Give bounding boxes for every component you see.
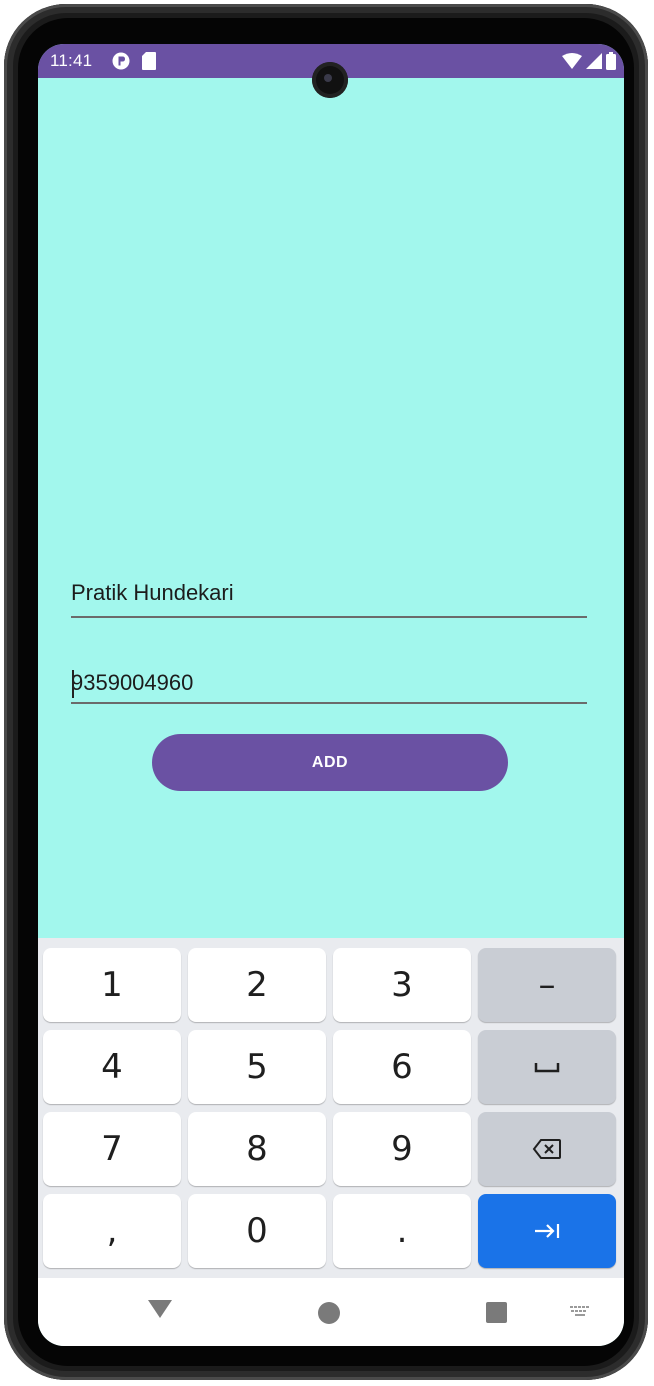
key-0[interactable]: 0: [188, 1194, 326, 1268]
signal-icon: [586, 53, 602, 69]
navigation-bar: [38, 1278, 624, 1346]
app-notification-icon: [112, 52, 130, 70]
key-6[interactable]: 6: [333, 1030, 471, 1104]
name-input[interactable]: Pratik Hundekari: [71, 574, 587, 618]
status-right-icons: [562, 52, 616, 70]
device-screen: 11:41 Pratik Hundekari 9359004960 ADD 1 …: [38, 44, 624, 1346]
key-2[interactable]: 2: [188, 948, 326, 1022]
key-backspace[interactable]: [478, 1112, 616, 1186]
text-cursor: [72, 670, 74, 698]
key-period[interactable]: .: [333, 1194, 471, 1268]
sd-card-icon: [142, 52, 156, 70]
backspace-icon: [532, 1139, 561, 1159]
wifi-icon: [562, 53, 582, 69]
key-8[interactable]: 8: [188, 1112, 326, 1186]
front-camera: [312, 62, 348, 98]
key-1[interactable]: 1: [43, 948, 181, 1022]
next-tab-icon: [535, 1224, 560, 1238]
key-4[interactable]: 4: [43, 1030, 181, 1104]
status-time: 11:41: [50, 51, 93, 70]
add-button[interactable]: ADD: [152, 734, 508, 791]
key-space[interactable]: [478, 1030, 616, 1104]
key-7[interactable]: 7: [43, 1112, 181, 1186]
back-icon[interactable]: [148, 1300, 172, 1318]
home-icon[interactable]: [318, 1302, 340, 1324]
key-5[interactable]: 5: [188, 1030, 326, 1104]
key-comma[interactable]: ,: [43, 1194, 181, 1268]
phone-input-value: 9359004960: [71, 670, 194, 695]
phone-input[interactable]: 9359004960: [71, 658, 587, 704]
keyboard-switch-icon[interactable]: [570, 1306, 590, 1318]
battery-icon: [606, 52, 616, 70]
key-3[interactable]: 3: [333, 948, 471, 1022]
name-input-value: Pratik Hundekari: [71, 580, 234, 605]
numeric-keyboard: 1 2 3 – 4 5 6 7 8 9 , 0 .: [38, 938, 624, 1278]
recents-icon[interactable]: [486, 1302, 507, 1323]
key-9[interactable]: 9: [333, 1112, 471, 1186]
key-next[interactable]: [478, 1194, 616, 1268]
key-minus[interactable]: –: [478, 948, 616, 1022]
space-icon: [534, 1063, 560, 1073]
